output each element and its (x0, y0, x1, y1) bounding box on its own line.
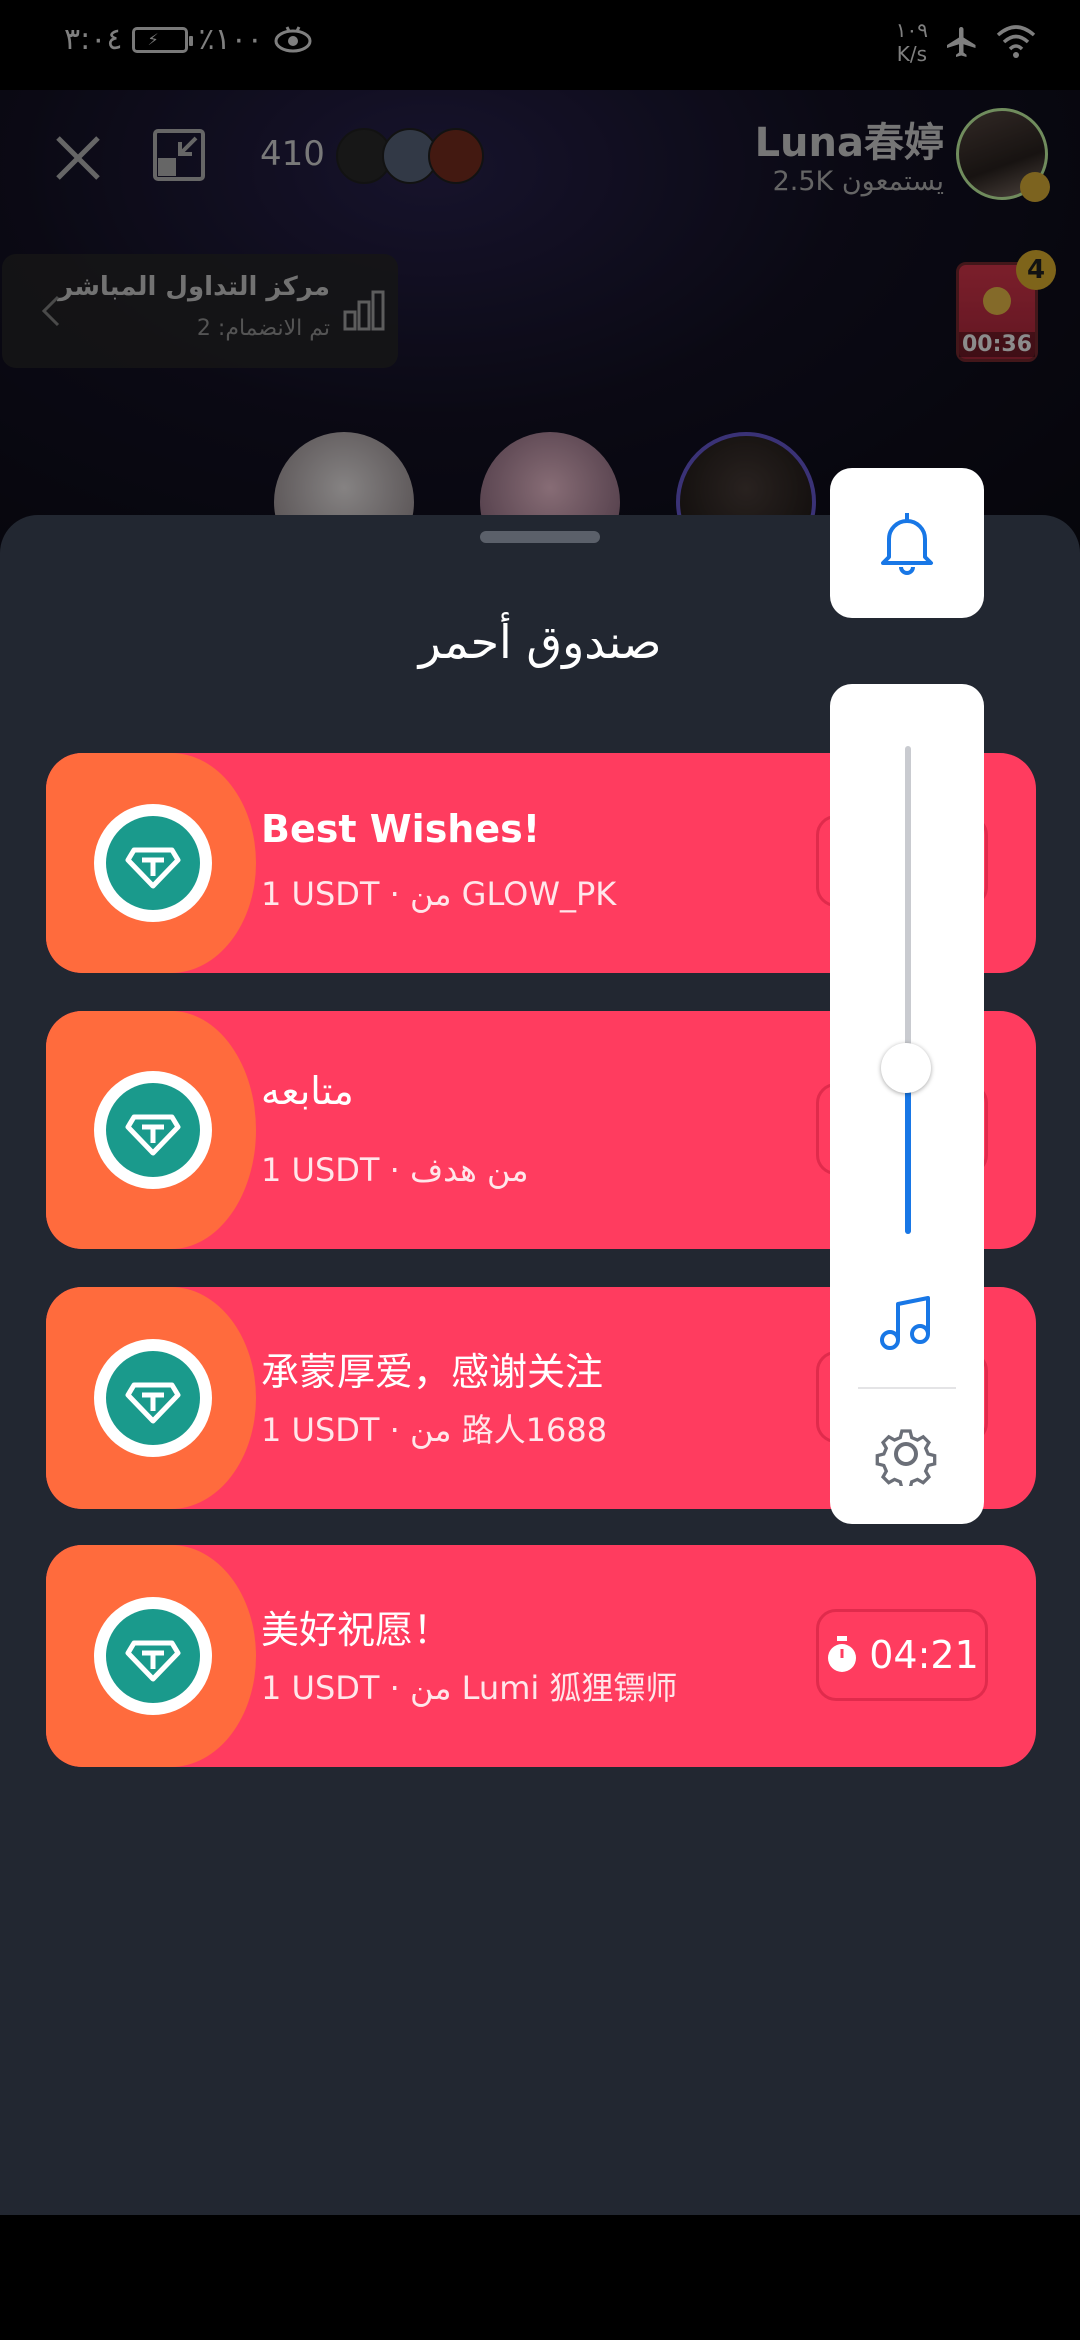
gear-icon[interactable] (874, 1422, 938, 1486)
packet-sender: 1 USDT · من 路人1688 (261, 1411, 608, 1449)
packet-title: متابعه (261, 1069, 354, 1113)
packet-sender: 1 USDT · من هدف (261, 1151, 529, 1189)
sheet-drag-handle[interactable] (480, 531, 600, 543)
notification-panel[interactable] (830, 468, 984, 618)
system-navigation-bar (0, 2215, 1080, 2340)
usdt-token-icon (94, 1071, 212, 1189)
packet-sender: 1 USDT · من Lumi 狐狸镖师 (261, 1669, 678, 1707)
usdt-token-icon (94, 804, 212, 922)
packet-title: Best Wishes! (261, 807, 541, 851)
packet-title: 美好祝愿！ (261, 1608, 452, 1652)
panel-divider (858, 1387, 956, 1389)
usdt-token-icon (94, 1597, 212, 1715)
packet-sender: 1 USDT · من GLOW_PK (261, 875, 617, 913)
volume-control-panel (830, 684, 984, 1524)
packet-timer-button[interactable]: 04:21 (816, 1609, 988, 1701)
sheet-title: صندوق أحمر (418, 615, 662, 669)
bell-icon[interactable] (877, 511, 937, 575)
packet-countdown: 04:21 (869, 1633, 979, 1677)
volume-slider-thumb[interactable] (881, 1043, 931, 1094)
stopwatch-icon (828, 1636, 857, 1672)
usdt-token-icon (94, 1339, 212, 1457)
packet-title: 承蒙厚爱，感谢关注 (261, 1350, 604, 1394)
music-icon[interactable] (876, 1292, 938, 1354)
red-packet-item[interactable]: 美好祝愿！ 1 USDT · من Lumi 狐狸镖师 04:21 (46, 1545, 1036, 1767)
